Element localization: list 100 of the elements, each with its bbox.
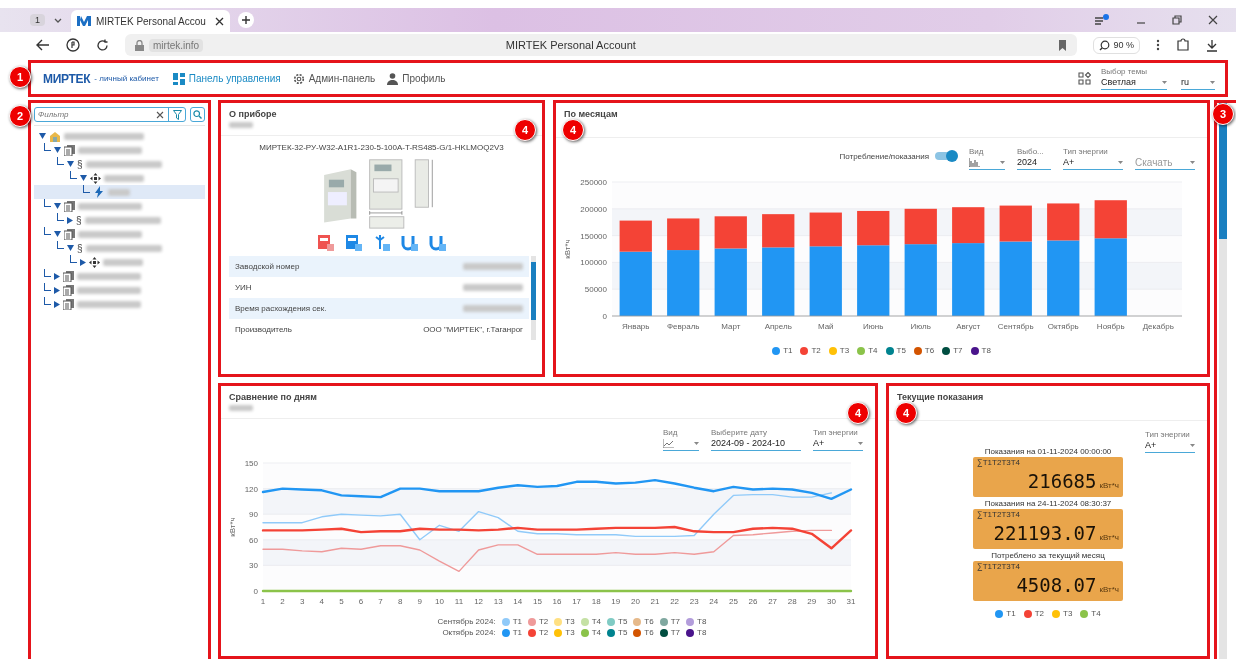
legend-dot[interactable] (857, 346, 866, 355)
legend-dot[interactable] (772, 346, 781, 355)
filter-icon[interactable] (173, 109, 182, 120)
legend-label[interactable]: T8 (697, 628, 707, 637)
legend-label[interactable]: T5 (618, 628, 628, 637)
legend-label[interactable]: T2 (538, 617, 549, 626)
legend-dot[interactable] (1052, 609, 1060, 618)
filter-input[interactable]: Фильтр (38, 110, 152, 119)
legend-dot[interactable] (607, 617, 615, 626)
close-icon[interactable] (214, 16, 224, 26)
filter-field[interactable]: Фильтр (34, 107, 186, 122)
caret-down-icon[interactable] (67, 245, 74, 251)
tab-count-button[interactable]: 1 (30, 14, 45, 26)
legend-dot[interactable] (527, 628, 536, 637)
language-dropdown[interactable]: ru (1181, 76, 1215, 90)
dropdown-field[interactable]: Тип энергии A+ (1063, 147, 1123, 170)
input-field[interactable]: Выберите дату 2024-09 - 2024-10 (711, 428, 801, 451)
legend-dot[interactable] (1023, 609, 1032, 618)
more-icon[interactable] (1156, 39, 1160, 51)
legend-label[interactable]: T1 (512, 628, 522, 637)
dropdown-field[interactable]: Тип энергии A+ (1145, 430, 1195, 453)
caret-down-icon[interactable] (39, 133, 46, 139)
caret-down-icon[interactable] (54, 231, 61, 237)
new-tab-icon[interactable] (237, 12, 254, 28)
legend-dot[interactable] (686, 628, 695, 637)
legend-label[interactable]: T4 (1091, 609, 1101, 618)
meter-warning-icon[interactable] (316, 234, 335, 252)
back-arrow-icon[interactable] (36, 39, 50, 51)
caret-down-icon[interactable] (80, 175, 87, 181)
caret-down-icon[interactable] (54, 203, 61, 209)
legend-label[interactable]: T1 (783, 346, 793, 355)
address-bar[interactable]: mirtek.info MIRTEK Personal Account (125, 34, 1078, 56)
legend-dot[interactable] (554, 617, 563, 626)
tree-item[interactable]: § (34, 241, 205, 255)
legend-label[interactable]: T3 (565, 628, 575, 637)
legend-label[interactable]: T2 (811, 346, 821, 355)
legend-dot[interactable] (580, 628, 589, 637)
legend-label[interactable]: T4 (591, 617, 601, 626)
circle-logo-icon[interactable] (66, 38, 80, 52)
legend-label[interactable]: T4 (591, 628, 601, 637)
caret-right-icon[interactable] (67, 216, 73, 224)
legend-dot[interactable] (942, 346, 951, 355)
legend-label[interactable]: T8 (697, 617, 707, 626)
legend-label[interactable]: T7 (670, 628, 681, 637)
legend-label[interactable]: T7 (670, 617, 681, 626)
tree-item[interactable]: § (34, 213, 205, 227)
legend-dot[interactable] (800, 346, 809, 355)
legend-dot[interactable] (527, 617, 536, 626)
legend-label[interactable]: T6 (644, 628, 654, 637)
caret-down-icon[interactable] (54, 147, 61, 153)
legend-label[interactable]: T3 (565, 617, 575, 626)
legend-dot[interactable] (633, 617, 642, 626)
nav-link[interactable]: Админ-панель (292, 72, 376, 85)
legend-label[interactable]: T6 (644, 617, 654, 626)
legend-dot[interactable] (501, 628, 510, 637)
legend-dot[interactable] (686, 617, 695, 626)
legend-dot[interactable] (501, 617, 510, 626)
legend-label[interactable]: T8 (981, 346, 991, 355)
magnet-lock-icon[interactable] (428, 234, 447, 252)
dropdown-field[interactable]: Вид (663, 428, 699, 451)
legend-dot[interactable] (580, 617, 589, 626)
download-icon[interactable] (1206, 38, 1218, 52)
legend-dot[interactable] (1080, 609, 1089, 618)
legend-label[interactable]: T3 (839, 346, 850, 355)
legend-label[interactable]: T3 (1063, 609, 1073, 618)
legend-label[interactable]: T2 (1034, 609, 1044, 618)
extension-icon[interactable] (1176, 38, 1190, 52)
legend-dot[interactable] (659, 628, 668, 637)
clear-icon[interactable] (156, 110, 164, 119)
legend-dot[interactable] (659, 617, 668, 626)
legend-dot[interactable] (995, 609, 1004, 618)
apps-icon[interactable] (1078, 72, 1091, 85)
input-field[interactable]: Выбо... 2024 (1017, 147, 1051, 170)
logo[interactable]: МИРТЕК (43, 71, 91, 86)
legend-dot[interactable] (633, 628, 642, 637)
nav-link[interactable]: Профиль (387, 72, 446, 85)
legend-dot[interactable] (885, 346, 894, 355)
zoom-button[interactable]: 90 % (1093, 36, 1140, 54)
tree-item[interactable]: § (34, 157, 205, 171)
restore-icon[interactable] (1172, 15, 1182, 25)
browser-tab[interactable]: MIRTEK Personal Accou (71, 10, 230, 32)
menu-icon[interactable] (1094, 13, 1110, 27)
dropdown-field[interactable]: Вид (969, 147, 1005, 170)
scrollbar[interactable] (531, 256, 536, 340)
legend-label[interactable]: T1 (1006, 609, 1016, 618)
legend-label[interactable]: T6 (924, 346, 935, 355)
legend-dot[interactable] (607, 628, 615, 637)
legend-label[interactable]: T5 (618, 617, 628, 626)
legend-label[interactable]: T5 (896, 346, 906, 355)
caret-down-icon[interactable] (67, 161, 74, 167)
legend-dot[interactable] (970, 346, 979, 355)
caret-right-icon[interactable] (80, 258, 86, 266)
reload-icon[interactable] (96, 38, 109, 52)
dropdown-field[interactable]: Тип энергии A+ (813, 428, 863, 451)
theme-dropdown[interactable]: Выбор темы Светлая (1101, 67, 1167, 90)
legend-label[interactable]: T1 (512, 617, 522, 626)
legend-dot[interactable] (554, 628, 563, 637)
nav-link[interactable]: Панель управления (172, 72, 281, 85)
legend-label[interactable]: T4 (868, 346, 878, 355)
legend-dot[interactable] (913, 346, 922, 355)
